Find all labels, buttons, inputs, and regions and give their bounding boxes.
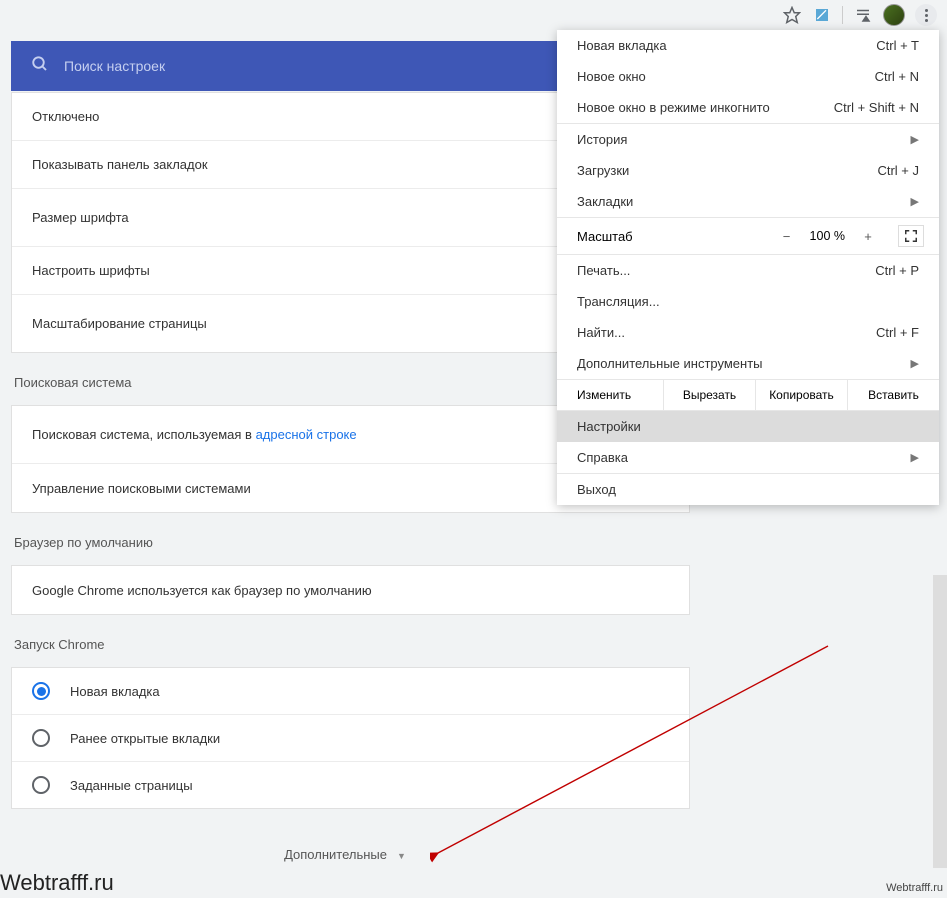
startup-continue[interactable]: Ранее открытые вкладки [12, 715, 689, 762]
startup-title: Запуск Chrome [14, 637, 690, 652]
label: Ранее открытые вкладки [70, 731, 220, 746]
zoom-value: 100 % [802, 229, 853, 243]
search-input[interactable] [64, 58, 550, 74]
paste-button[interactable]: Вставить [848, 380, 939, 410]
menu-new-tab[interactable]: Новая вкладкаCtrl + T [557, 30, 939, 61]
star-icon[interactable] [782, 5, 802, 25]
radio[interactable] [32, 682, 50, 700]
media-icon[interactable] [853, 5, 873, 25]
label: Масштабирование страницы [32, 316, 207, 331]
label: Размер шрифта [32, 210, 129, 225]
search-icon [31, 55, 49, 78]
separator [842, 6, 843, 24]
menu-incognito[interactable]: Новое окно в режиме инкогнитоCtrl + Shif… [557, 92, 939, 123]
menu-find[interactable]: Найти...Ctrl + F [557, 317, 939, 348]
advanced-toggle[interactable]: Дополнительные▼ [0, 847, 690, 862]
label: Отключено [32, 109, 99, 124]
menu-exit[interactable]: Выход [557, 474, 939, 505]
menu-help[interactable]: Справка▶ [557, 442, 939, 473]
fullscreen-icon[interactable] [898, 225, 924, 247]
scrollbar[interactable] [933, 575, 947, 868]
chevron-right-icon: ▶ [911, 451, 919, 464]
menu-history[interactable]: История▶ [557, 124, 939, 155]
label: Google Chrome используется как браузер п… [32, 583, 372, 598]
label: Заданные страницы [70, 778, 193, 793]
default-browser-title: Браузер по умолчанию [14, 535, 690, 550]
chevron-right-icon: ▶ [911, 195, 919, 208]
chevron-right-icon: ▶ [911, 357, 919, 370]
default-browser-card: Google Chrome используется как браузер п… [11, 565, 690, 615]
default-browser-row: Google Chrome используется как браузер п… [12, 566, 689, 614]
menu-downloads[interactable]: ЗагрузкиCtrl + J [557, 155, 939, 186]
chevron-right-icon: ▶ [911, 133, 919, 146]
radio[interactable] [32, 729, 50, 747]
menu-button[interactable] [915, 4, 937, 26]
address-bar-link[interactable]: адресной строке [256, 427, 357, 442]
chrome-menu: Новая вкладкаCtrl + T Новое окноCtrl + N… [557, 30, 939, 505]
menu-zoom: Масштаб − 100 % + [557, 218, 939, 254]
menu-edit-row: Изменить Вырезать Копировать Вставить [557, 379, 939, 411]
cut-button[interactable]: Вырезать [664, 380, 756, 410]
avatar[interactable] [883, 4, 905, 26]
startup-card: Новая вкладка Ранее открытые вкладки Зад… [11, 667, 690, 809]
menu-new-window[interactable]: Новое окноCtrl + N [557, 61, 939, 92]
label: Новая вкладка [70, 684, 160, 699]
watermark-left: Webtrafff.ru [0, 870, 114, 896]
zoom-out-button[interactable]: − [772, 224, 802, 248]
startup-new-tab[interactable]: Новая вкладка [12, 668, 689, 715]
settings-search-bar[interactable] [11, 41, 570, 91]
menu-more-tools[interactable]: Дополнительные инструменты▶ [557, 348, 939, 379]
label: Показывать панель закладок [32, 157, 208, 172]
menu-bookmarks[interactable]: Закладки▶ [557, 186, 939, 217]
radio[interactable] [32, 776, 50, 794]
chevron-down-icon: ▼ [397, 851, 406, 861]
copy-button[interactable]: Копировать [756, 380, 848, 410]
label: Настроить шрифты [32, 263, 150, 278]
edit-label: Изменить [557, 380, 664, 410]
label: Поисковая система, используемая в адресн… [32, 427, 357, 442]
browser-toolbar [0, 0, 947, 30]
menu-print[interactable]: Печать...Ctrl + P [557, 255, 939, 286]
menu-settings[interactable]: Настройки [557, 411, 939, 442]
label: Управление поисковыми системами [32, 481, 251, 496]
menu-cast[interactable]: Трансляция... [557, 286, 939, 317]
extension-icon[interactable] [812, 5, 832, 25]
startup-pages[interactable]: Заданные страницы [12, 762, 689, 808]
zoom-in-button[interactable]: + [853, 224, 883, 248]
watermark-right: Webtrafff.ru [886, 882, 943, 894]
